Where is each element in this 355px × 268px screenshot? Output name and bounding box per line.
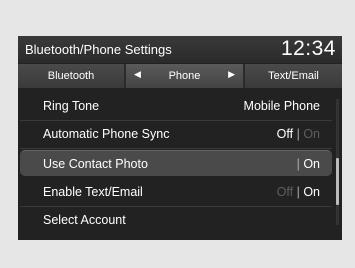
tab-text-email[interactable]: Text/Email [245, 64, 342, 88]
list-item-enable-text-email[interactable]: Enable Text/Email Off | On [20, 179, 332, 205]
text-email-toggle[interactable]: Off | On [277, 185, 320, 199]
auto-sync-label: Automatic Phone Sync [43, 127, 170, 141]
list-item-automatic-phone-sync[interactable]: Automatic Phone Sync Off | On [20, 121, 332, 147]
page-title: Bluetooth/Phone Settings [25, 42, 172, 57]
list-item-use-contact-photo[interactable]: Use Contact Photo | On [20, 150, 332, 176]
contact-photo-toggle[interactable]: | On [297, 157, 320, 171]
clock: 12:34 [280, 37, 336, 60]
arrow-left-icon[interactable]: ◀ [134, 69, 141, 80]
tab-bluetooth[interactable]: Bluetooth [18, 64, 124, 88]
ring-tone-value: Mobile Phone [243, 99, 320, 113]
contact-photo-on: On [303, 157, 320, 171]
list-item-ring-tone[interactable]: Ring Tone Mobile Phone [20, 93, 332, 119]
ring-tone-label: Ring Tone [43, 99, 100, 113]
divider [20, 148, 332, 149]
list-item-select-account[interactable]: Select Account [20, 207, 332, 233]
header-bar: Bluetooth/Phone Settings 12:34 [18, 36, 342, 63]
select-account-label: Select Account [43, 213, 126, 227]
auto-sync-toggle[interactable]: Off | On [277, 127, 320, 141]
page-frame: Bluetooth/Phone Settings 12:34 Bluetooth… [0, 0, 355, 268]
text-email-off: Off [276, 185, 294, 199]
text-email-on: On [303, 185, 320, 199]
settings-list: Ring Tone Mobile Phone Automatic Phone S… [18, 91, 342, 240]
text-email-label: Enable Text/Email [43, 185, 143, 199]
scrollbar[interactable] [336, 99, 339, 225]
tab-text-email-label: Text/Email [268, 70, 319, 82]
contact-photo-label: Use Contact Photo [43, 157, 148, 171]
arrow-right-icon[interactable]: ▶ [228, 69, 235, 80]
auto-sync-on: On [303, 127, 320, 141]
tab-bar: Bluetooth ◀ Phone ▶ Text/Email [18, 64, 342, 88]
scroll-thumb[interactable] [336, 158, 339, 205]
tab-phone[interactable]: ◀ Phone ▶ [126, 64, 243, 88]
tab-phone-label: Phone [168, 70, 201, 82]
auto-sync-off: Off [276, 127, 294, 141]
infotainment-screen: Bluetooth/Phone Settings 12:34 Bluetooth… [18, 36, 342, 240]
tab-bluetooth-label: Bluetooth [47, 70, 95, 82]
